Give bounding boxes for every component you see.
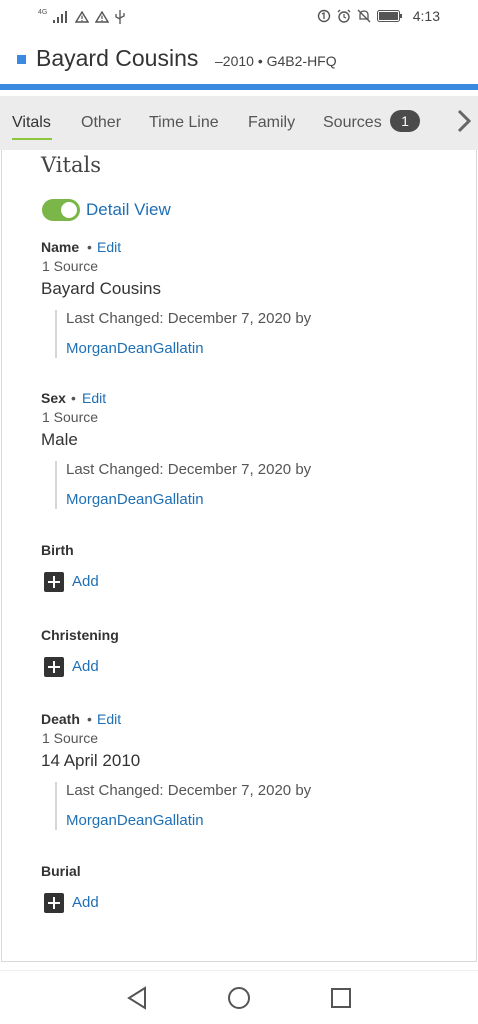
separator-dot: • xyxy=(71,390,76,406)
last-changed-text: Last Changed: December 7, 2020 by xyxy=(66,461,312,478)
burial-label: Burial xyxy=(41,863,81,879)
toggle-knob xyxy=(61,202,77,218)
person-header: Bayard Cousins –2010 • G4B2-HFQ xyxy=(0,36,478,84)
changed-by-user-link[interactable]: MorganDeanGallatin xyxy=(66,491,204,508)
tab-family[interactable]: Family xyxy=(248,114,295,132)
name-change-info: Last Changed: December 7, 2020 by Morgan… xyxy=(55,310,355,358)
person-color-marker xyxy=(17,55,26,64)
death-change-info: Last Changed: December 7, 2020 by Morgan… xyxy=(55,782,355,830)
clock-time: 4:13 xyxy=(412,8,440,24)
birth-label: Birth xyxy=(41,542,74,558)
mute-icon xyxy=(357,9,371,23)
tab-bar: Vitals Other Time Line Family Sources 1 xyxy=(0,96,478,150)
status-bar: 4G 4:13 xyxy=(0,0,478,36)
recents-icon[interactable] xyxy=(330,987,352,1009)
person-name: Bayard Cousins xyxy=(36,45,199,71)
add-label[interactable]: Add xyxy=(72,573,99,590)
network-type-label: 4G xyxy=(38,8,48,16)
battery-icon xyxy=(376,10,402,22)
sex-change-info: Last Changed: December 7, 2020 by Morgan… xyxy=(55,461,355,509)
christening-label: Christening xyxy=(41,627,119,643)
detail-view-toggle[interactable] xyxy=(42,199,80,221)
name-source-count[interactable]: 1 Source xyxy=(42,258,98,274)
chevron-right-icon[interactable] xyxy=(456,109,472,133)
tab-other[interactable]: Other xyxy=(81,114,121,132)
changed-by-user-link[interactable]: MorganDeanGallatin xyxy=(66,812,204,829)
detail-view-label[interactable]: Detail View xyxy=(86,200,171,220)
warning-icon xyxy=(95,11,110,23)
changed-by-user-link[interactable]: MorganDeanGallatin xyxy=(66,340,204,357)
sex-source-count[interactable]: 1 Source xyxy=(42,409,98,425)
header-accent-bar xyxy=(0,84,478,90)
tab-sources[interactable]: Sources xyxy=(323,114,382,132)
status-left-icons: 4G xyxy=(38,8,125,24)
name-edit-link[interactable]: Edit xyxy=(97,239,121,255)
sources-count-badge: 1 xyxy=(390,110,420,132)
data-saver-icon xyxy=(317,9,330,23)
name-label: Name xyxy=(41,239,80,255)
active-tab-underline xyxy=(12,138,52,140)
sex-value: Male xyxy=(41,430,78,449)
person-meta: –2010 • G4B2-HFQ xyxy=(215,53,337,69)
separator-dot: • xyxy=(87,711,92,727)
section-title: Vitals xyxy=(41,153,101,177)
death-label: Death xyxy=(41,711,80,727)
add-label[interactable]: Add xyxy=(72,894,99,911)
add-label[interactable]: Add xyxy=(72,658,99,675)
last-changed-text: Last Changed: December 7, 2020 by xyxy=(66,782,312,799)
sex-label: Sex xyxy=(41,390,66,406)
plus-icon xyxy=(44,893,64,913)
status-right-icons: 4:13 xyxy=(317,8,440,24)
signal-icon xyxy=(53,11,68,23)
plus-icon xyxy=(44,657,64,677)
back-icon[interactable] xyxy=(126,986,148,1010)
tab-time-line[interactable]: Time Line xyxy=(149,114,219,132)
death-value: 14 April 2010 xyxy=(41,751,141,770)
name-value: Bayard Cousins xyxy=(41,279,162,298)
plus-icon xyxy=(44,572,64,592)
system-navigation-bar xyxy=(0,970,478,1024)
sex-edit-link[interactable]: Edit xyxy=(82,390,106,406)
tab-vitals[interactable]: Vitals xyxy=(12,114,51,132)
alarm-icon xyxy=(337,9,351,23)
usb-icon xyxy=(115,10,125,24)
death-edit-link[interactable]: Edit xyxy=(97,711,121,727)
last-changed-text: Last Changed: December 7, 2020 by xyxy=(66,310,312,327)
separator-dot: • xyxy=(87,239,92,255)
warning-icon xyxy=(75,11,90,23)
death-source-count[interactable]: 1 Source xyxy=(42,730,98,746)
home-icon[interactable] xyxy=(227,986,251,1010)
